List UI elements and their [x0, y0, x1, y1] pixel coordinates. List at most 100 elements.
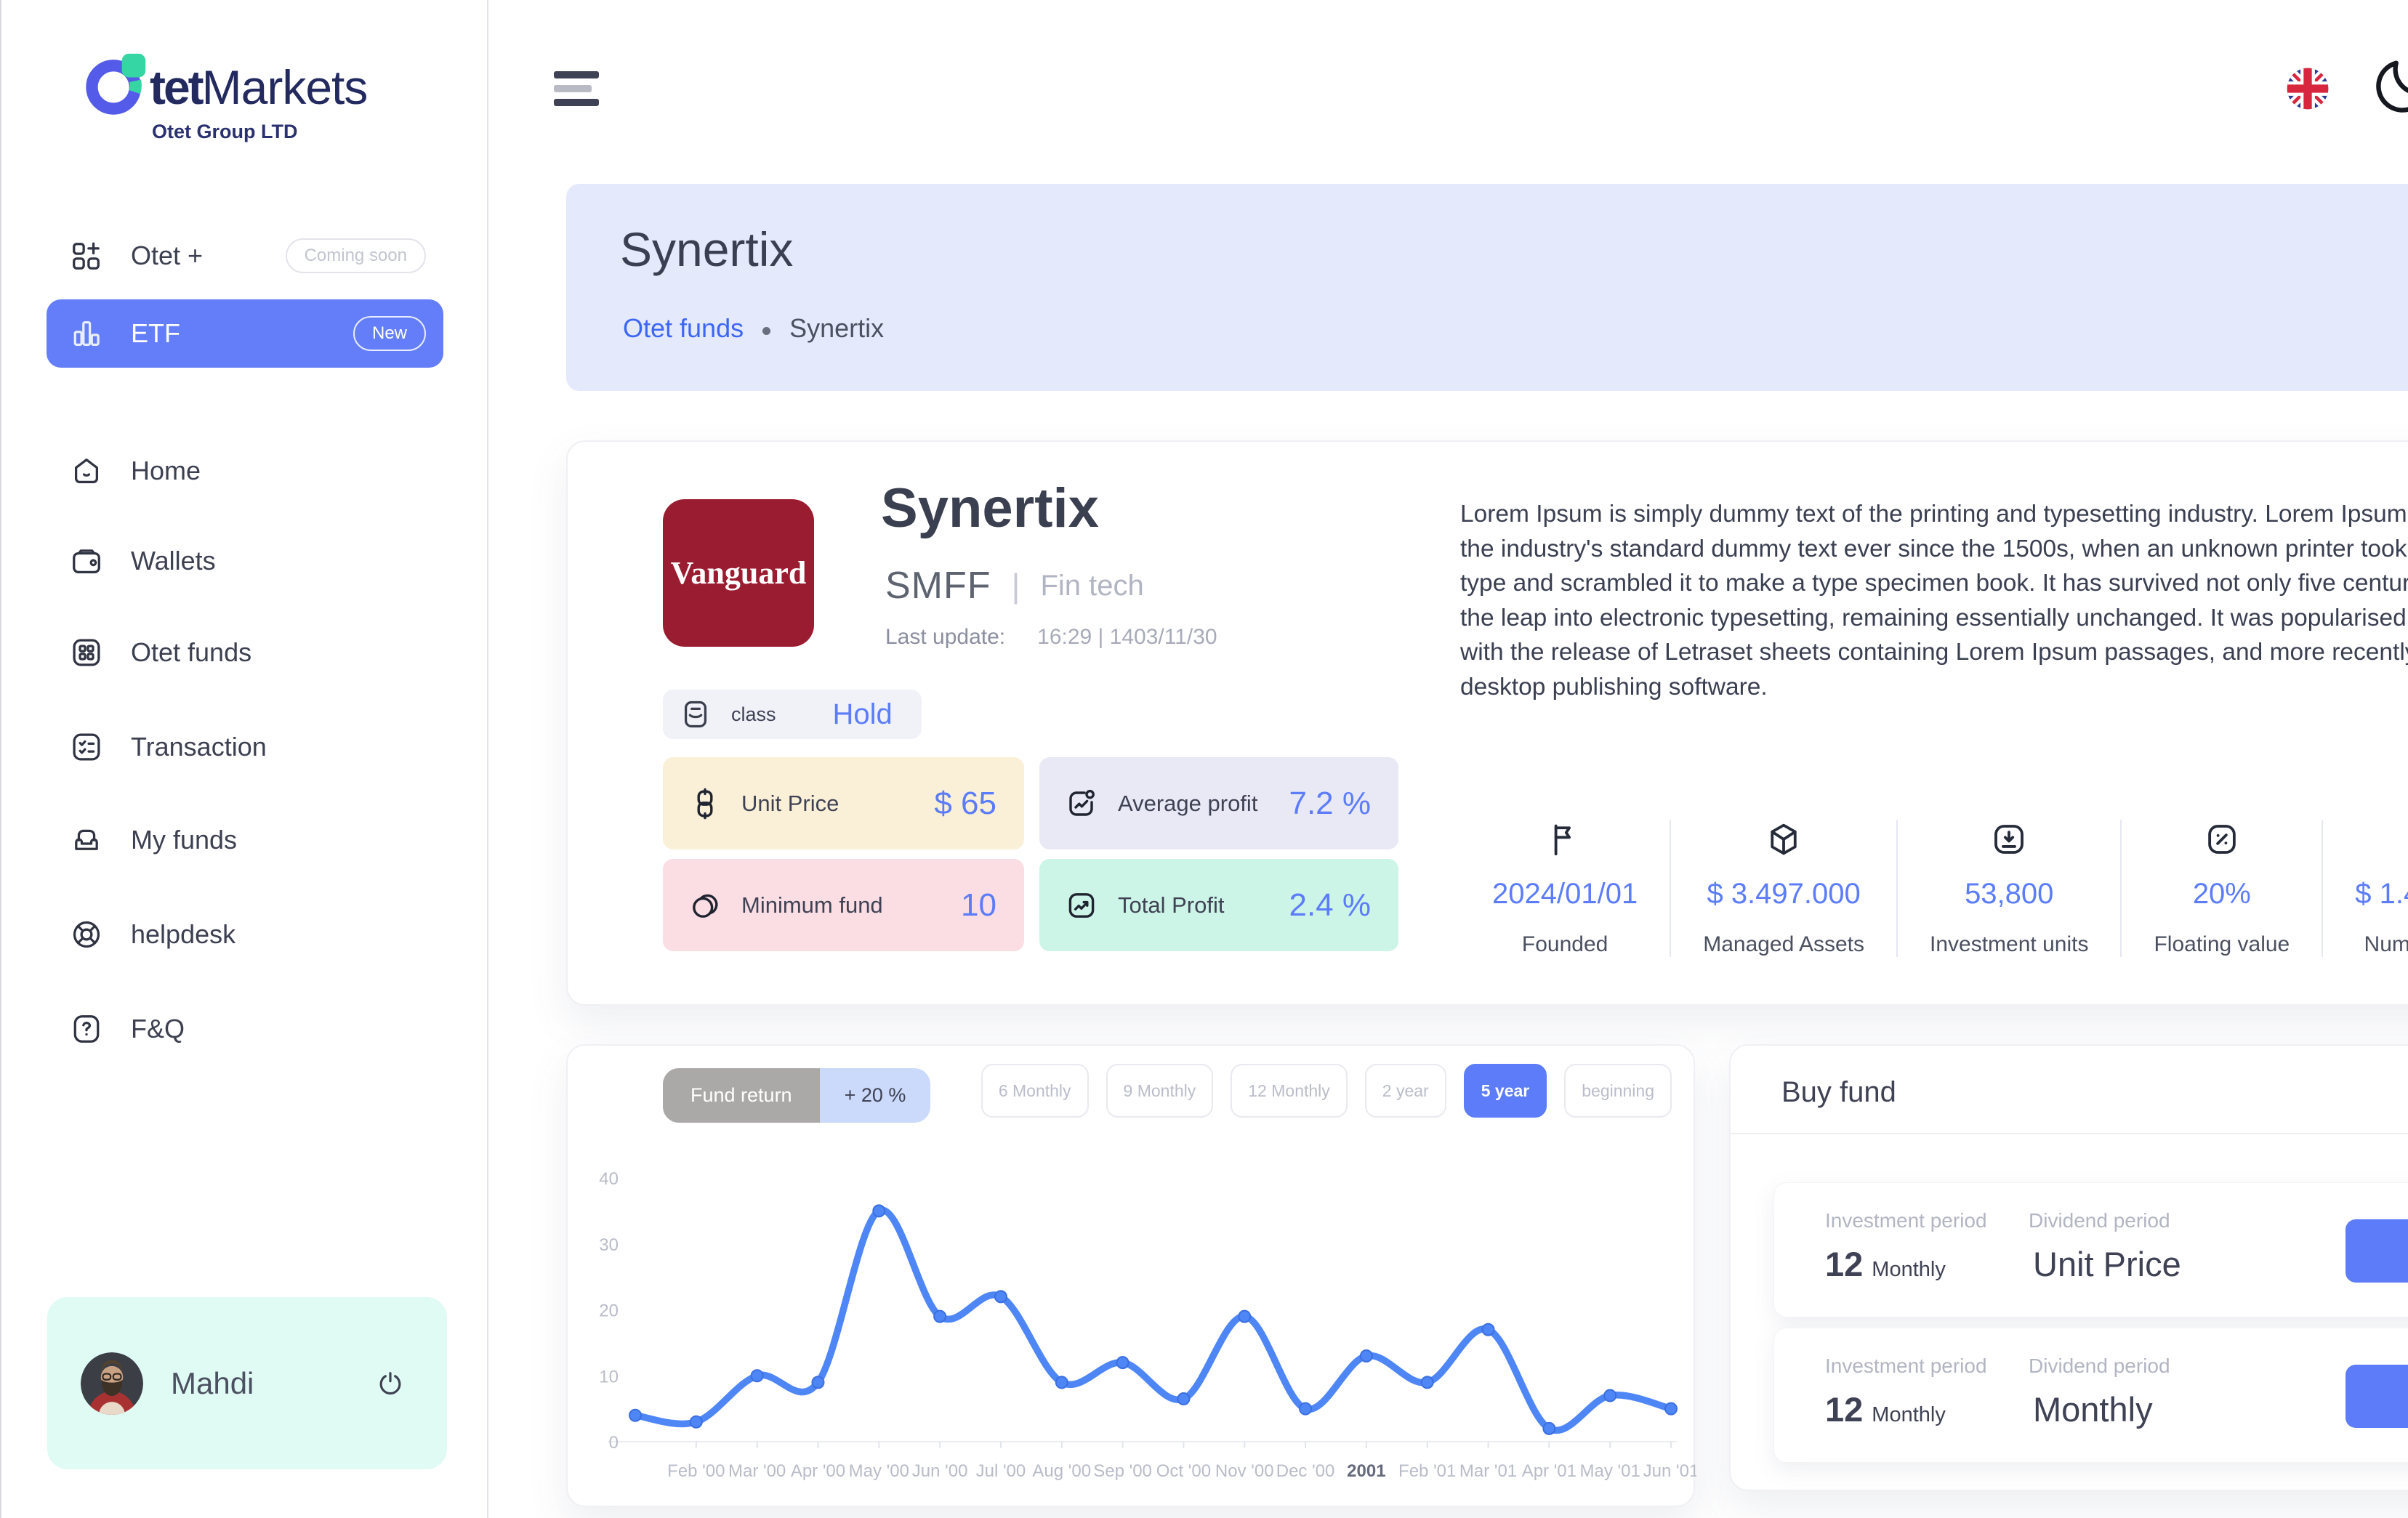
sidebar-item-label: ETF: [131, 318, 180, 349]
fund-symbol: SMFF: [885, 564, 991, 607]
fund-stats-row: 2024/01/01 Founded $ 3.497.000 Managed A…: [1460, 820, 2408, 957]
page-title: Synertix: [620, 222, 793, 277]
dark-mode-moon-icon[interactable]: [2369, 54, 2408, 119]
fund-details-card: Vanguard Synertix SMFF | Fin tech Last u…: [566, 440, 2408, 1006]
range-6-monthly[interactable]: 6 Monthly: [981, 1064, 1089, 1118]
svg-text:40: 40: [599, 1169, 619, 1189]
question-icon: [70, 1012, 103, 1046]
total-profit-icon: [1064, 888, 1099, 923]
buy-fund-panel: Buy fund Investment period 12Monthly Div…: [1729, 1044, 2408, 1491]
fund-symbol-separator: |: [1012, 566, 1020, 605]
class-label: class: [731, 703, 776, 726]
breadcrumb-link-otet-funds[interactable]: Otet funds: [623, 313, 744, 344]
avatar: [81, 1352, 143, 1415]
page-banner: Synertix Otet funds Synertix: [566, 184, 2408, 391]
svg-text:Mar '00: Mar '00: [728, 1461, 786, 1481]
sidebar-item-transaction[interactable]: Transaction: [47, 718, 443, 776]
svg-text:0: 0: [609, 1433, 619, 1453]
svg-text:Feb '00: Feb '00: [667, 1461, 725, 1481]
svg-text:May '01: May '01: [1580, 1461, 1640, 1481]
unit-price-icon: [688, 786, 722, 821]
last-update-value: 16:29 | 1403/11/30: [1037, 625, 1217, 650]
range-9-monthly[interactable]: 9 Monthly: [1106, 1064, 1214, 1118]
range-2-year[interactable]: 2 year: [1365, 1064, 1446, 1118]
svg-text:Aug '00: Aug '00: [1032, 1461, 1091, 1481]
fund-return-line-chart: 010203040Feb '00Mar '00Apr '00May '00Jun…: [568, 1127, 1696, 1505]
stat-managed-assets: $ 3.497.000 Managed Assets: [1671, 820, 1898, 957]
dividend-period-value: Unit Price: [2033, 1244, 2181, 1284]
metric-total-profit: Total Profit 2.4 %: [1039, 859, 1398, 951]
stat-founded: 2024/01/01 Founded: [1460, 820, 1671, 957]
sidebar-item-otet-plus[interactable]: Otet + Coming soon: [47, 227, 443, 285]
fund-metrics: Unit Price $ 65 Average profit 7.2 % Min…: [663, 757, 1398, 951]
fund-return-legend[interactable]: Fund return + 20 %: [663, 1068, 930, 1123]
stat-number-floats: $ 1.497.000 Number floats: [2323, 820, 2408, 957]
dividend-period-value: Monthly: [2033, 1389, 2170, 1429]
stat-investment-units: 53,800 Investment units: [1898, 820, 2122, 957]
language-flag-icon[interactable]: [2283, 64, 2332, 113]
brand-subtitle: Otet Group LTD: [152, 121, 367, 143]
class-icon: [679, 698, 712, 731]
range-12-monthly[interactable]: 12 Monthly: [1231, 1064, 1348, 1118]
sidebar: tetMarkets Otet Group LTD Otet + Coming …: [1, 0, 488, 1518]
sidebar-item-label: Otet funds: [131, 637, 251, 668]
brand-logo-icon: [83, 52, 150, 119]
svg-text:2001: 2001: [1347, 1461, 1385, 1481]
fund-description: Lorem Ipsum is simply dummy text of the …: [1460, 497, 2408, 704]
lifebuoy-icon: [70, 918, 103, 951]
brand-name: tetMarkets: [150, 60, 367, 115]
svg-text:Oct '00: Oct '00: [1156, 1461, 1211, 1481]
invest-button[interactable]: Invest: [2345, 1219, 2408, 1283]
logout-power-icon[interactable]: [374, 1368, 406, 1400]
box-icon: [1764, 820, 1803, 859]
sidebar-item-label: F&Q: [131, 1014, 185, 1044]
metric-average-profit: Average profit 7.2 %: [1039, 757, 1398, 849]
offer-card-unit-price: Investment period 12Monthly Dividend per…: [1773, 1182, 2408, 1317]
svg-text:Jul '00: Jul '00: [976, 1461, 1026, 1481]
grid-plus-icon: [70, 239, 103, 272]
sidebar-item-wallets[interactable]: Wallets: [47, 532, 443, 590]
invest-button[interactable]: Invest: [2345, 1365, 2408, 1428]
flag-icon: [1545, 820, 1584, 859]
fund-return-label: Fund return: [663, 1068, 820, 1123]
buy-fund-divider: [1731, 1133, 2408, 1134]
menu-toggle-button[interactable]: [554, 71, 599, 106]
sidebar-item-label: Home: [131, 456, 201, 486]
percent-icon: [2202, 820, 2242, 859]
range-5-year[interactable]: 5 year: [1464, 1064, 1547, 1118]
investment-period-value: 12: [1825, 1245, 1863, 1283]
wallet-icon: [70, 544, 103, 578]
svg-text:Feb '01: Feb '01: [1398, 1461, 1456, 1481]
fund-return-value: + 20 %: [820, 1068, 931, 1123]
stat-floating-value: 20% Floating value: [2122, 820, 2323, 957]
sidebar-item-otet-funds[interactable]: Otet funds: [47, 623, 443, 682]
sidebar-item-label: Transaction: [131, 732, 267, 762]
grid-icon: [70, 636, 103, 669]
fund-logo: Vanguard: [663, 499, 814, 647]
sidebar-item-home[interactable]: Home: [47, 442, 443, 500]
buy-fund-title: Buy fund: [1781, 1076, 1896, 1109]
svg-text:May '00: May '00: [849, 1461, 909, 1481]
sidebar-item-my-funds[interactable]: My funds: [47, 811, 443, 869]
breadcrumb-current: Synertix: [789, 313, 884, 344]
sidebar-item-etf[interactable]: ETF New: [47, 299, 443, 368]
sidebar-item-label: helpdesk: [131, 919, 235, 950]
coming-soon-badge: Coming soon: [286, 238, 426, 273]
checklist-icon: [70, 730, 103, 764]
metric-minimum-fund: Minimum fund 10: [663, 859, 1024, 951]
investment-period-unit: Monthly: [1872, 1403, 1946, 1426]
dividend-period-label: Dividend period: [2029, 1209, 2181, 1232]
fund-class-badge: class Hold: [663, 690, 922, 739]
svg-text:20: 20: [599, 1301, 619, 1321]
sofa-icon: [70, 823, 103, 857]
breadcrumb-separator-dot: [762, 327, 770, 335]
svg-text:10: 10: [599, 1367, 619, 1386]
sidebar-item-fq[interactable]: F&Q: [47, 1000, 443, 1058]
range-beginning[interactable]: beginning: [1564, 1064, 1672, 1118]
class-value: Hold: [833, 698, 893, 731]
profile-card[interactable]: Mahdi: [47, 1297, 447, 1469]
svg-text:Apr '00: Apr '00: [791, 1461, 845, 1481]
sidebar-item-label: Otet +: [131, 241, 203, 271]
sidebar-item-helpdesk[interactable]: helpdesk: [47, 905, 443, 964]
bar-chart-icon: [70, 317, 103, 350]
